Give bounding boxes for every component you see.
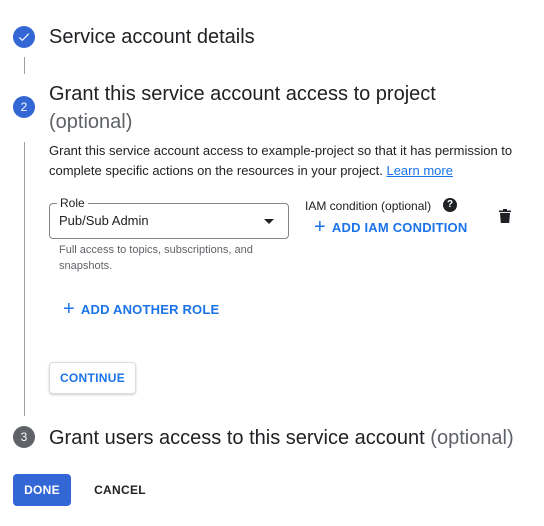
add-another-role-label: ADD ANOTHER ROLE bbox=[80, 301, 220, 317]
grant-description: Grant this service account access to exa… bbox=[49, 141, 529, 181]
iam-condition-label: IAM condition (optional) bbox=[305, 199, 432, 213]
step-connector-1 bbox=[24, 57, 25, 74]
check-icon bbox=[18, 33, 30, 42]
step-3-number-badge: 3 bbox=[13, 426, 35, 448]
step-3-title-text: Grant users access to this service accou… bbox=[49, 427, 425, 449]
add-another-role-button[interactable]: + ADD ANOTHER ROLE bbox=[63, 298, 220, 320]
step-2-number-badge: 2 bbox=[13, 96, 35, 118]
role-select-label: Role bbox=[57, 196, 88, 210]
step-3-optional-label: (optional) bbox=[430, 427, 514, 449]
delete-role-trash-icon[interactable] bbox=[499, 209, 511, 223]
learn-more-link[interactable]: Learn more bbox=[386, 163, 452, 178]
role-select[interactable]: Role Pub/Sub Admin bbox=[49, 196, 289, 239]
step-1-title[interactable]: Service account details bbox=[49, 23, 255, 51]
help-icon[interactable]: ? bbox=[443, 198, 457, 212]
cancel-button[interactable]: CANCEL bbox=[86, 474, 154, 506]
dropdown-arrow-icon bbox=[264, 219, 274, 224]
plus-icon: + bbox=[63, 298, 75, 320]
role-helper-text: Full access to topics, subscriptions, an… bbox=[59, 244, 253, 272]
step-2-title: Grant this service account access to pro… bbox=[49, 83, 436, 105]
add-iam-condition-button[interactable]: + ADD IAM CONDITION bbox=[314, 216, 468, 238]
step-3-title[interactable]: Grant users access to this service accou… bbox=[49, 424, 514, 452]
step-connector-2 bbox=[24, 142, 25, 416]
step-2-optional-label: (optional) bbox=[49, 111, 133, 133]
continue-button[interactable]: CONTINUE bbox=[49, 362, 136, 394]
step-1-complete-icon bbox=[13, 26, 35, 48]
plus-icon: + bbox=[314, 216, 326, 238]
role-select-value: Pub/Sub Admin bbox=[59, 213, 149, 228]
add-iam-condition-label: ADD IAM CONDITION bbox=[331, 219, 468, 235]
done-button[interactable]: DONE bbox=[13, 474, 71, 506]
